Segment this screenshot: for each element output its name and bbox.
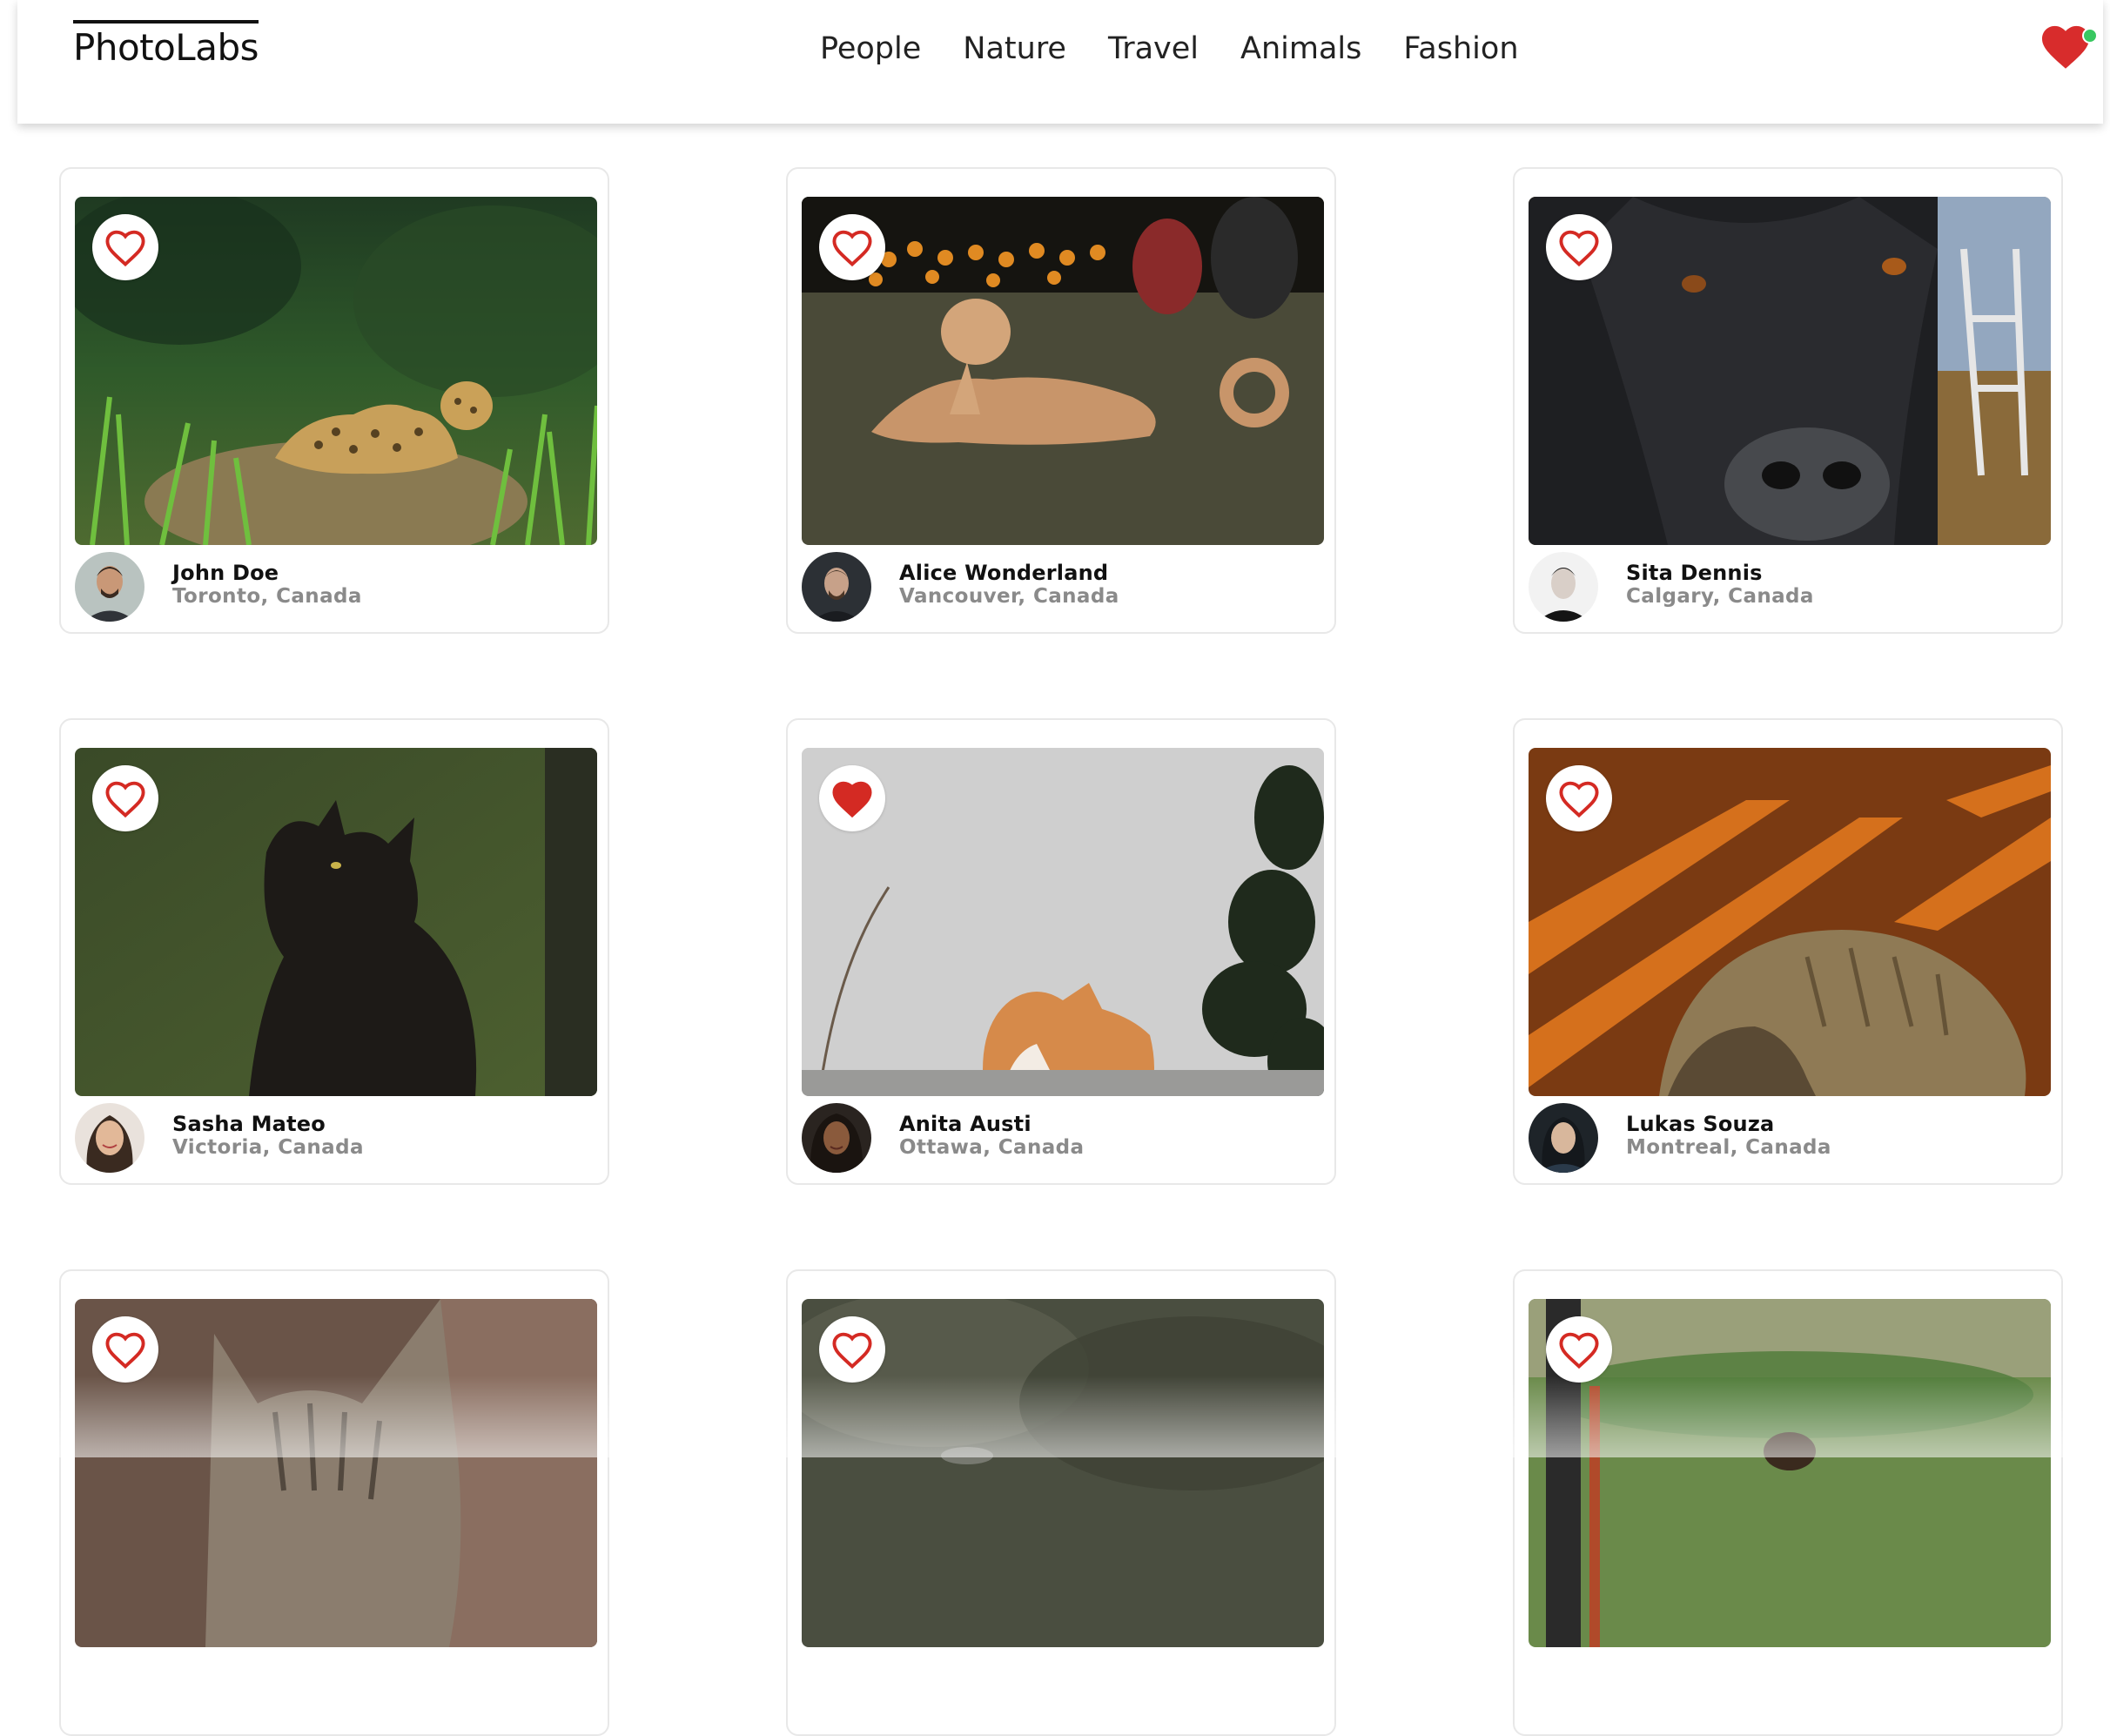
topic-people[interactable]: People	[820, 28, 921, 70]
photographer-name: Sita Dennis	[1626, 561, 1763, 585]
photo-card: Sita Dennis Calgary, Canada	[1513, 167, 2063, 634]
like-heart-icon[interactable]	[92, 1316, 158, 1383]
topic-travel[interactable]: Travel	[1108, 28, 1199, 70]
photographer-name: Alice Wonderland	[899, 561, 1109, 585]
photographer-name: Anita Austi	[899, 1112, 1031, 1136]
photographer-location: Montreal, Canada	[1626, 1136, 1831, 1159]
like-heart-icon[interactable]	[1546, 765, 1612, 831]
photographer-location: Toronto, Canada	[172, 585, 362, 608]
like-heart-icon[interactable]	[92, 214, 158, 280]
avatar[interactable]	[802, 1103, 871, 1173]
photo-card: Lukas Souza Montreal, Canada	[1513, 718, 2063, 1185]
notification-dot	[2082, 28, 2098, 44]
photographer-location: Ottawa, Canada	[899, 1136, 1085, 1159]
avatar[interactable]	[1529, 1103, 1598, 1173]
like-heart-filled-icon[interactable]	[819, 765, 885, 831]
photo-card	[786, 1269, 1336, 1736]
photographer-location: Calgary, Canada	[1626, 585, 1814, 608]
photo-card: Anita Austi Ottawa, Canada	[786, 718, 1336, 1185]
photo-card	[1513, 1269, 2063, 1736]
avatar[interactable]	[802, 552, 871, 622]
topic-fashion[interactable]: Fashion	[1403, 28, 1518, 70]
photo-card: Sasha Mateo Victoria, Canada	[59, 718, 609, 1185]
topic-list: People Nature Travel Animals Fashion	[820, 28, 1561, 70]
photographer-name: Lukas Souza	[1626, 1112, 1775, 1136]
photographer-name: John Doe	[172, 561, 279, 585]
like-heart-icon[interactable]	[1546, 214, 1612, 280]
like-heart-icon[interactable]	[819, 214, 885, 280]
photo-card: Alice Wonderland Vancouver, Canada	[786, 167, 1336, 634]
topic-animals[interactable]: Animals	[1240, 28, 1361, 70]
top-navigation-bar: PhotoLabs People Nature Travel Animals F…	[17, 0, 2103, 124]
like-heart-icon[interactable]	[92, 765, 158, 831]
like-heart-icon[interactable]	[819, 1316, 885, 1383]
topic-nature[interactable]: Nature	[963, 28, 1066, 70]
photographer-location: Vancouver, Canada	[899, 585, 1119, 608]
photo-card: John Doe Toronto, Canada	[59, 167, 609, 634]
photographer-location: Victoria, Canada	[172, 1136, 364, 1159]
avatar[interactable]	[75, 1103, 144, 1173]
avatar[interactable]	[1529, 552, 1598, 622]
avatar[interactable]	[75, 552, 144, 622]
photo-card	[59, 1269, 609, 1736]
like-heart-icon[interactable]	[1546, 1316, 1612, 1383]
logo[interactable]: PhotoLabs	[73, 20, 259, 69]
photographer-name: Sasha Mateo	[172, 1112, 326, 1136]
